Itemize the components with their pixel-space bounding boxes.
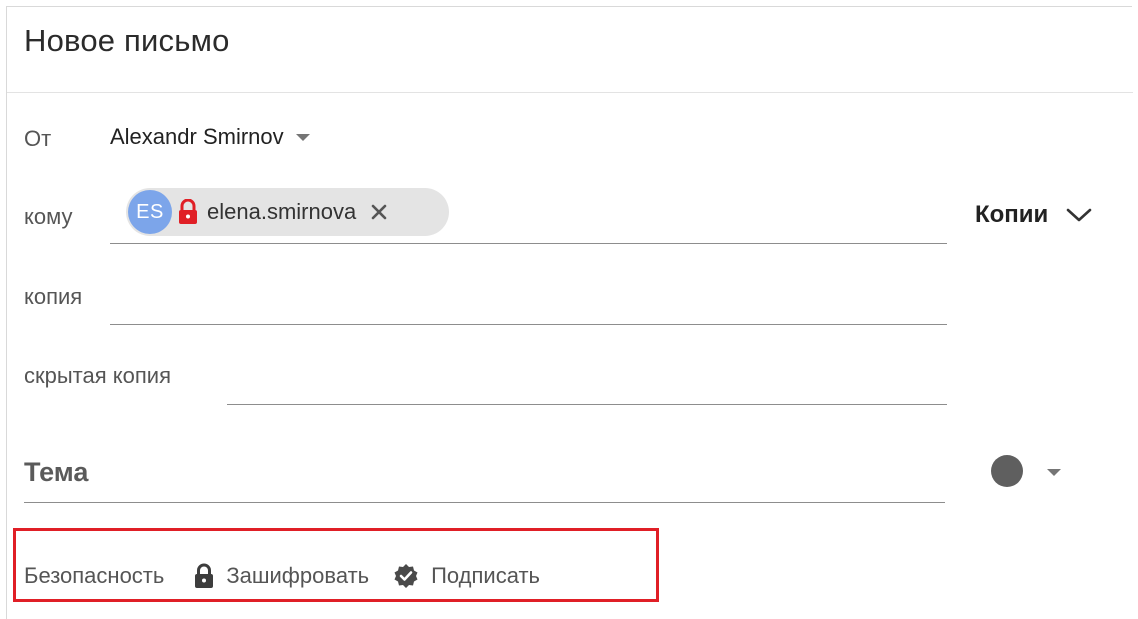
chevron-down-icon <box>1067 208 1092 222</box>
cc-label: копия <box>24 284 83 309</box>
caret-down-icon <box>295 133 310 141</box>
caret-down-icon[interactable] <box>1047 469 1061 477</box>
lock-icon <box>177 199 199 225</box>
recipient-name: elena.smirnova <box>207 199 357 224</box>
from-label: От <box>24 126 52 151</box>
verified-badge-icon <box>394 564 418 588</box>
security-toolbar: Безопасность Зашифровать Подписать <box>24 563 540 589</box>
subject-placeholder: Тема <box>24 457 89 487</box>
from-value: Alexandr Smirnov <box>110 124 284 149</box>
compose-panel: Новое письмо От Alexandr Smirnov кому ES… <box>6 6 1133 619</box>
from-selector[interactable]: Alexandr Smirnov <box>110 124 310 150</box>
subject-field[interactable] <box>24 502 945 503</box>
copies-toggle[interactable]: Копии <box>975 201 1092 229</box>
bcc-field[interactable] <box>227 404 947 405</box>
avatar: ES <box>128 190 172 234</box>
cc-field[interactable] <box>110 324 947 325</box>
label-color-dot[interactable] <box>991 455 1023 487</box>
encrypt-button[interactable]: Зашифровать <box>194 563 369 589</box>
close-icon[interactable] <box>370 203 388 221</box>
title-divider <box>7 92 1133 93</box>
recipient-chip[interactable]: ES elena.smirnova <box>126 188 449 236</box>
encrypt-label: Зашифровать <box>226 563 370 588</box>
sign-label: Подписать <box>431 563 541 588</box>
to-label: кому <box>24 204 73 229</box>
security-label: Безопасность <box>24 563 165 588</box>
bcc-label: скрытая копия <box>24 363 171 388</box>
to-field[interactable] <box>110 243 947 244</box>
sign-button[interactable]: Подписать <box>393 563 540 589</box>
copies-label: Копии <box>975 201 1049 228</box>
lock-icon <box>195 563 214 588</box>
page-title: Новое письмо <box>24 23 230 58</box>
